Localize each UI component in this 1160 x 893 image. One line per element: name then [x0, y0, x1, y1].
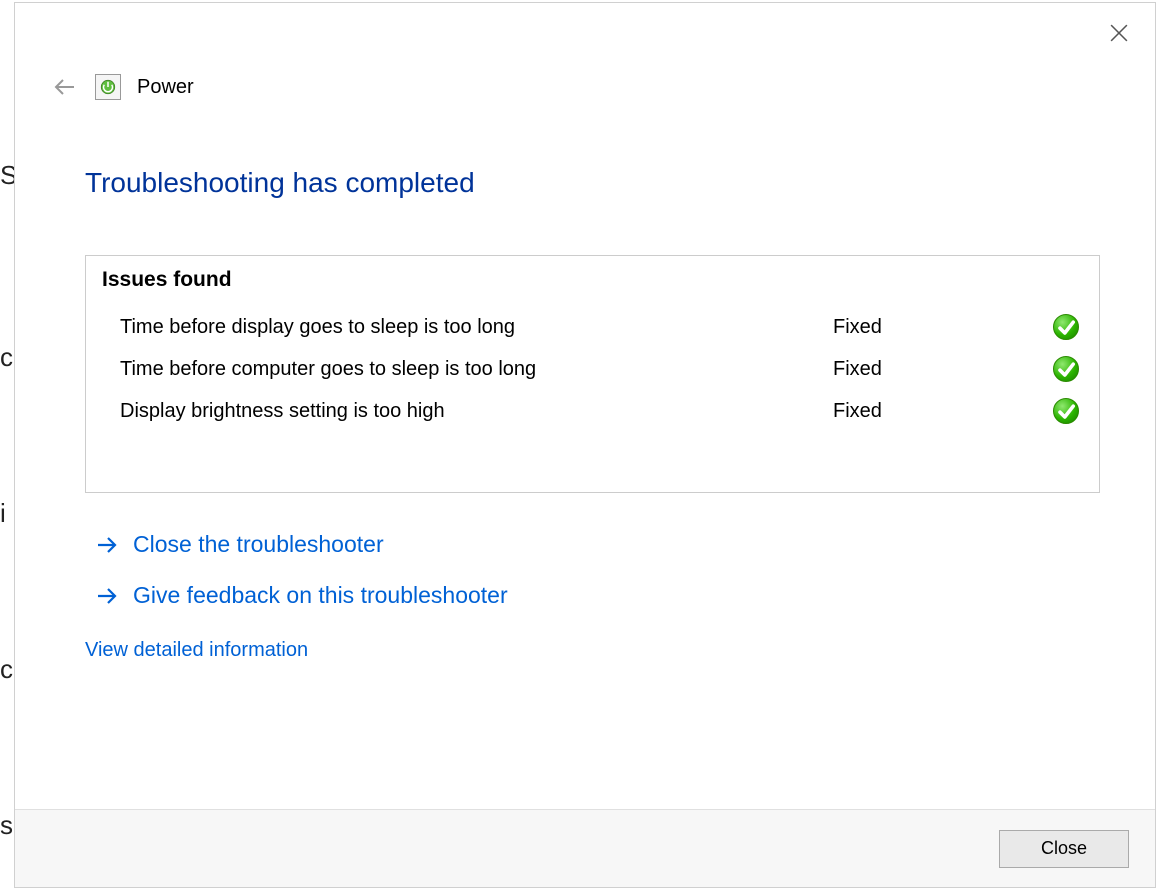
issue-status: Fixed	[833, 316, 1053, 339]
issue-description: Time before computer goes to sleep is to…	[120, 358, 833, 381]
view-detailed-info-link[interactable]: View detailed information	[85, 621, 308, 662]
issue-status: Fixed	[833, 400, 1053, 423]
back-arrow-icon[interactable]	[51, 73, 79, 101]
issue-description: Display brightness setting is too high	[120, 400, 833, 423]
dialog-title: Power	[137, 76, 194, 99]
power-troubleshooter-icon	[95, 74, 121, 100]
issue-row: Time before computer goes to sleep is to…	[102, 348, 1083, 390]
issue-row: Display brightness setting is too high F…	[102, 390, 1083, 432]
close-troubleshooter-link[interactable]: Close the troubleshooter	[85, 519, 384, 570]
arrow-right-icon	[95, 533, 119, 557]
issue-status: Fixed	[833, 358, 1053, 381]
dialog-footer: Close	[15, 809, 1155, 887]
dialog-body: Troubleshooting has completed Issues fou…	[85, 167, 1100, 662]
issues-panel: Issues found Time before display goes to…	[85, 255, 1100, 493]
close-icon[interactable]	[1103, 17, 1135, 49]
action-links: Close the troubleshooter Give feedback o…	[85, 519, 1100, 621]
troubleshooter-dialog: Power Troubleshooting has completed Issu…	[14, 2, 1156, 888]
close-button[interactable]: Close	[999, 830, 1129, 868]
fixed-check-icon	[1053, 356, 1079, 382]
fixed-check-icon	[1053, 314, 1079, 340]
completion-heading: Troubleshooting has completed	[85, 167, 1100, 199]
give-feedback-link[interactable]: Give feedback on this troubleshooter	[85, 570, 508, 621]
issue-row: Time before display goes to sleep is too…	[102, 306, 1083, 348]
dialog-header: Power	[51, 73, 194, 101]
arrow-right-icon	[95, 584, 119, 608]
fixed-check-icon	[1053, 398, 1079, 424]
give-feedback-label: Give feedback on this troubleshooter	[133, 582, 508, 609]
issue-description: Time before display goes to sleep is too…	[120, 316, 833, 339]
issues-found-heading: Issues found	[102, 268, 1083, 292]
close-troubleshooter-label: Close the troubleshooter	[133, 531, 384, 558]
